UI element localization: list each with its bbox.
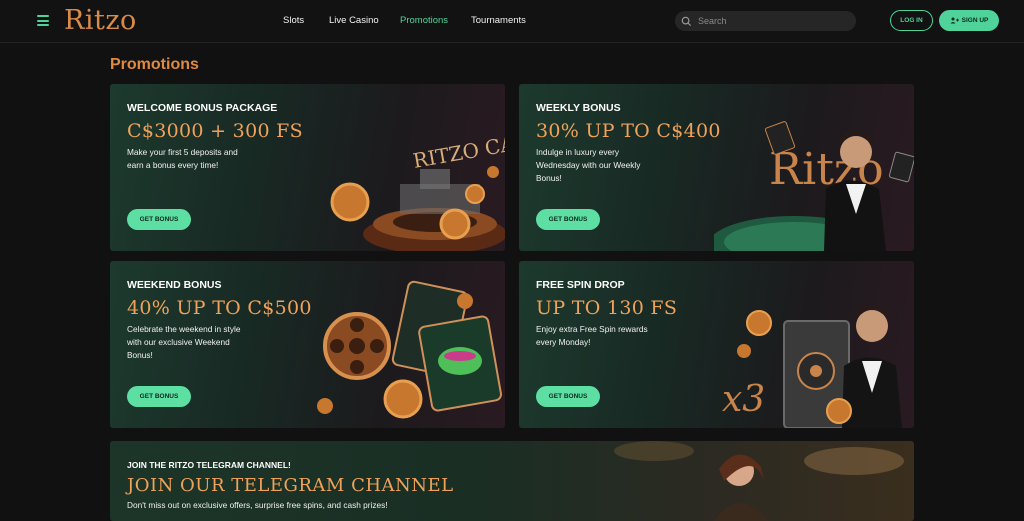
signup-button[interactable]: SIGN UP [939, 10, 999, 31]
search-icon [681, 16, 692, 26]
telegram-banner[interactable]: JOIN THE RITZO TELEGRAM CHANNEL! JOIN OU… [110, 441, 914, 521]
page-title: Promotions [110, 56, 199, 73]
banner-headline: JOIN OUR TELEGRAM CHANNEL [127, 475, 454, 496]
art-text: x3 [722, 379, 765, 420]
search-input[interactable] [698, 16, 848, 26]
get-bonus-button[interactable]: GET BONUS [127, 209, 191, 230]
promo-headline: 40% UP TO C$500 [127, 297, 312, 319]
lady-casino-illustration [614, 441, 904, 521]
promo-card-weekly: WEEKLY BONUS 30% UP TO C$400 Indulge in … [519, 84, 914, 251]
promo-card-free-spin: FREE SPIN DROP UP TO 130 FS Enjoy extra … [519, 261, 914, 428]
get-bonus-button[interactable]: GET BONUS [127, 386, 191, 407]
promo-headline: UP TO 130 FS [536, 297, 678, 319]
get-bonus-button[interactable]: GET BONUS [536, 209, 600, 230]
menu-icon[interactable] [37, 15, 49, 26]
promo-eyebrow: FREE SPIN DROP [536, 279, 625, 291]
promo-eyebrow: WEEKEND BONUS [127, 279, 222, 291]
vault-dealer-illustration: x3 [722, 305, 902, 428]
casino-roulette-illustration: RITZO CASINO TOP [330, 113, 505, 251]
login-button[interactable]: LOG IN [890, 10, 933, 31]
gentleman-poker-illustration: Ritzo [714, 121, 914, 251]
nav-tournaments[interactable]: Tournaments [471, 15, 526, 26]
promo-description: Celebrate the weekend in style with our … [127, 324, 241, 360]
film-reel-illustration [317, 280, 502, 419]
promo-eyebrow: WEEKLY BONUS [536, 102, 621, 114]
promo-card-welcome: WELCOME BONUS PACKAGE C$3000 + 300 FS Ma… [110, 84, 505, 251]
promo-eyebrow: WELCOME BONUS PACKAGE [127, 102, 278, 114]
nav-live-casino[interactable]: Live Casino [329, 15, 379, 26]
promo-card-weekend: WEEKEND BONUS 40% UP TO C$500 Celebrate … [110, 261, 505, 428]
top-header: Ritzo Slots Live Casino Promotions Tourn… [0, 0, 1024, 43]
banner-eyebrow: JOIN THE RITZO TELEGRAM CHANNEL! [127, 460, 291, 470]
promo-headline: 30% UP TO C$400 [536, 120, 721, 142]
search-bar[interactable] [675, 11, 856, 31]
site-logo[interactable]: Ritzo [64, 5, 137, 36]
get-bonus-button[interactable]: GET BONUS [536, 386, 600, 407]
art-text: RITZO CASINO TOP [411, 113, 505, 173]
promo-description: Make your first 5 deposits and earn a bo… [127, 147, 238, 170]
signup-label: SIGN UP [961, 17, 989, 24]
user-plus-icon [950, 17, 959, 24]
nav-slots[interactable]: Slots [283, 15, 304, 26]
promo-headline: C$3000 + 300 FS [127, 120, 303, 142]
promo-description: Enjoy extra Free Spin rewards every Mond… [536, 324, 648, 347]
nav-promotions[interactable]: Promotions [400, 15, 448, 26]
promo-description: Indulge in luxury every Wednesday with o… [536, 147, 641, 183]
banner-description: Don't miss out on exclusive offers, surp… [127, 500, 388, 510]
